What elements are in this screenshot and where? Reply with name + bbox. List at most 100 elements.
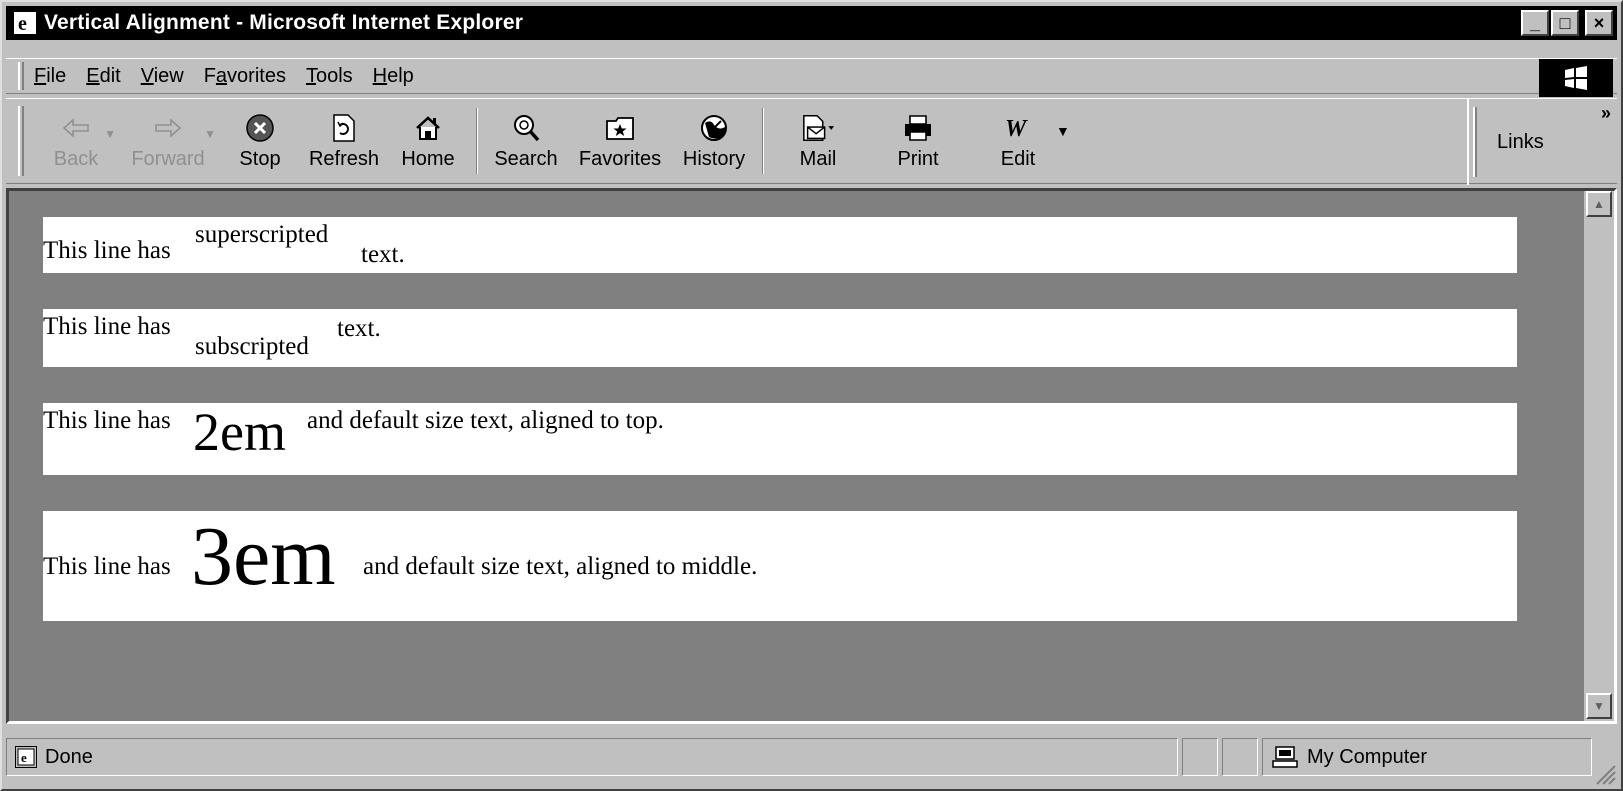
search-button[interactable]: Search [484, 103, 568, 179]
computer-icon [1271, 746, 1299, 768]
paragraph-3em-middle: This line has 3em and default size text,… [43, 510, 1517, 621]
stop-icon [243, 112, 277, 144]
line2-subscript: subscripted [195, 333, 309, 360]
svg-text:W: W [1005, 116, 1028, 142]
favorites-button[interactable]: Favorites [568, 103, 672, 179]
menu-file[interactable]: File [34, 65, 66, 88]
print-label: Print [897, 147, 939, 170]
line1-prefix: This line has [43, 237, 171, 264]
line3-prefix: This line has [43, 407, 171, 434]
vertical-scrollbar[interactable]: ▲ ▼ [1584, 191, 1614, 721]
refresh-icon [327, 112, 361, 144]
favorites-label: Favorites [578, 147, 662, 170]
close-button[interactable]: × [1585, 10, 1613, 36]
forward-dropdown-icon[interactable]: ▼ [204, 127, 216, 141]
menu-edit[interactable]: Edit [86, 65, 120, 88]
print-button[interactable]: Print [866, 103, 970, 179]
mail-icon [801, 112, 835, 144]
edit-icon: W [1001, 112, 1035, 144]
minimize-button[interactable]: _ [1521, 10, 1549, 36]
links-bar[interactable]: Links » [1467, 99, 1617, 185]
scroll-up-icon[interactable]: ▲ [1586, 191, 1612, 217]
browser-window: e Vertical Alignment - Microsoft Interne… [0, 0, 1623, 791]
mail-button[interactable]: Mail [770, 103, 866, 179]
menu-file-label: File [34, 64, 67, 87]
status-pane-empty [1222, 738, 1258, 776]
status-pane-empty [1182, 738, 1218, 776]
status-text: Done [45, 745, 93, 768]
menu-edit-label: Edit [86, 64, 121, 87]
scroll-down-icon[interactable]: ▼ [1586, 693, 1612, 719]
line4-prefix: This line has [43, 553, 171, 580]
menu-help[interactable]: Help [373, 65, 414, 88]
line1-superscript: superscripted [195, 221, 329, 248]
minimize-icon: _ [1529, 12, 1540, 33]
paragraph-subscript: This line has subscripted text. [43, 309, 1517, 367]
menu-help-label: Help [372, 64, 414, 87]
svg-text:e: e [21, 750, 27, 765]
menu-view[interactable]: View [141, 65, 184, 88]
home-button[interactable]: Home [386, 103, 470, 179]
toolbar-grip[interactable] [18, 106, 24, 176]
forward-button[interactable]: Forward ▼ [118, 103, 218, 179]
page-done-icon: e [15, 746, 37, 768]
resize-grip-icon[interactable] [1591, 760, 1617, 786]
history-icon [697, 112, 731, 144]
paragraph-2em-top: This line has 2em and default size text,… [43, 402, 1517, 475]
line3-2em-text: 2em [193, 402, 286, 462]
forward-label: Forward [131, 147, 205, 170]
edit-button[interactable]: W Edit [970, 103, 1066, 179]
refresh-button[interactable]: Refresh [302, 103, 386, 179]
line2-prefix: This line has [43, 313, 171, 340]
search-icon [509, 112, 543, 144]
svg-text:e: e [18, 13, 27, 35]
stop-button[interactable]: Stop [218, 103, 302, 179]
menu-tools-label: Tools [305, 64, 353, 87]
history-button[interactable]: History [672, 103, 756, 179]
refresh-label: Refresh [308, 147, 380, 170]
status-text-pane: e Done [6, 738, 1178, 776]
toolbar-separator [762, 108, 764, 174]
zone-label: My Computer [1307, 745, 1428, 768]
line3-suffix: and default size text, aligned to top. [307, 407, 664, 434]
menu-bar: File Edit View Favorites Tools Help [6, 58, 1617, 97]
menu-grip[interactable] [18, 62, 24, 90]
window-title: Vertical Alignment - Microsoft Internet … [44, 11, 524, 34]
page-viewport: This line has superscripted text. This l… [6, 188, 1617, 724]
line4-3em-text: 3em [191, 510, 336, 603]
close-icon: × [1593, 12, 1605, 33]
search-label: Search [494, 147, 558, 170]
toolbar-separator [476, 108, 478, 174]
menu-favorites[interactable]: Favorites [204, 65, 286, 88]
links-label: Links [1497, 130, 1544, 153]
links-grip[interactable] [1473, 107, 1477, 177]
back-button[interactable]: Back ▼ [34, 103, 118, 179]
status-bar: e Done My Computer [6, 728, 1617, 786]
page-content: This line has superscripted text. This l… [9, 191, 1587, 721]
edit-label: Edit [1000, 147, 1036, 170]
arrow-right-icon [151, 112, 185, 144]
title-bar[interactable]: e Vertical Alignment - Microsoft Interne… [6, 6, 1617, 40]
back-label: Back [53, 147, 99, 170]
menu-tools[interactable]: Tools [306, 65, 353, 88]
history-label: History [682, 147, 746, 170]
ie-logo-icon: e [12, 10, 38, 36]
maximize-icon: □ [1559, 12, 1571, 33]
paragraph-superscript: This line has superscripted text. [43, 217, 1517, 273]
security-zone-pane: My Computer [1262, 738, 1592, 776]
chevron-right-icon[interactable]: » [1601, 103, 1611, 124]
home-label: Home [401, 147, 455, 170]
home-icon [411, 112, 445, 144]
back-dropdown-icon[interactable]: ▼ [104, 127, 116, 141]
favorites-icon [603, 112, 637, 144]
mail-label: Mail [799, 147, 837, 170]
arrow-left-icon [59, 112, 93, 144]
stop-label: Stop [239, 147, 281, 170]
menu-view-label: View [140, 64, 184, 87]
maximize-button[interactable]: □ [1551, 10, 1579, 36]
standard-toolbar: Back ▼ Forward ▼ Stop Refresh Home Searc… [6, 98, 1617, 185]
line4-suffix: and default size text, aligned to middle… [363, 553, 758, 580]
menu-favorites-label: Favorites [203, 64, 286, 87]
windows-logo-icon [1539, 59, 1613, 97]
print-icon [901, 112, 935, 144]
